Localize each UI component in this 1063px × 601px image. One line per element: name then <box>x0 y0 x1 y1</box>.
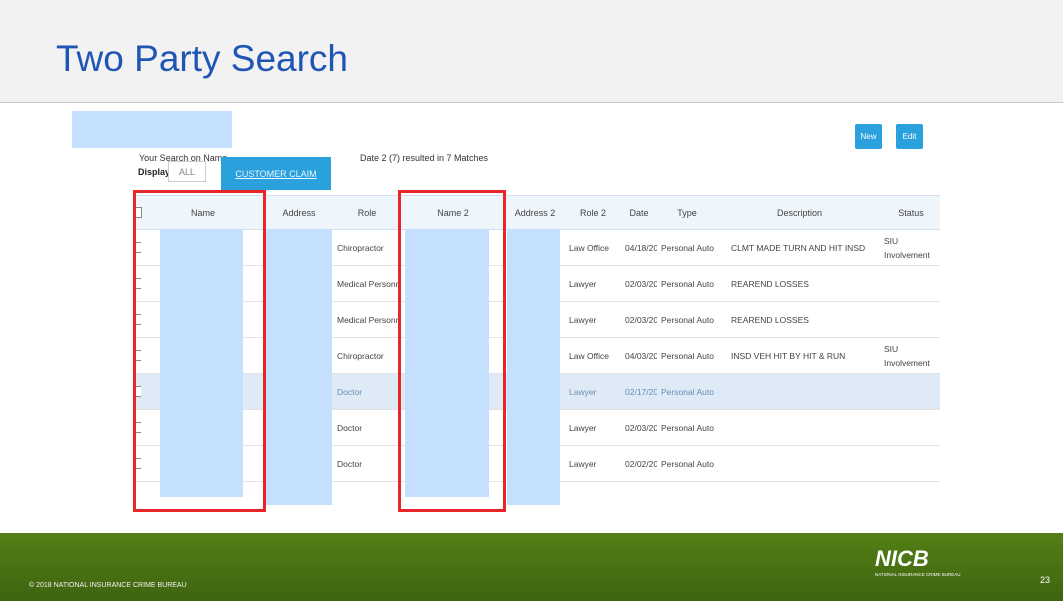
col-header-date[interactable]: Date <box>621 195 657 230</box>
cell-role-2: Lawyer <box>565 445 621 482</box>
cell-role: Medical Personnel <box>333 301 401 338</box>
slide-header: Two Party Search <box>0 0 1063 103</box>
copyright-text: © 2018 NATIONAL INSURANCE CRIME BUREAU <box>29 582 187 589</box>
cell-date: 02/03/2009 <box>621 409 657 446</box>
cell-date: 02/03/2009 <box>621 265 657 302</box>
display-all-button[interactable]: ALL <box>168 161 206 182</box>
cell-description <box>717 409 882 446</box>
col-header-status[interactable]: Status <box>882 195 940 230</box>
cell-date: 04/03/2009 <box>621 337 657 374</box>
cell-status <box>882 301 940 338</box>
cell-role: Doctor <box>333 373 401 410</box>
cell-date: 02/03/2009 <box>621 301 657 338</box>
cell-description: REAREND LOSSES <box>717 301 882 338</box>
cell-description <box>717 445 882 482</box>
page-number: 23 <box>1040 575 1051 585</box>
cell-role-2: Lawyer <box>565 301 621 338</box>
cell-type: Personal Auto <box>657 265 717 302</box>
cell-description: CLMT MADE TURN AND HIT INSD <box>717 229 882 266</box>
slide-title: Two Party Search <box>56 38 349 79</box>
redacted-search-term <box>72 111 232 148</box>
cell-status <box>882 409 940 446</box>
cell-role: Doctor <box>333 445 401 482</box>
search-suffix-line: Date 2 (7) resulted in 7 Matches <box>360 153 488 163</box>
cell-role-2: Lawyer <box>565 265 621 302</box>
highlight-box-name <box>133 190 266 512</box>
svg-text:NICB: NICB <box>875 546 929 571</box>
edit-button[interactable]: Edit <box>896 124 923 149</box>
cell-type: Personal Auto <box>657 373 717 410</box>
display-customer-claim-button[interactable]: CUSTOMER CLAIM <box>221 157 331 190</box>
cell-description: INSD VEH HIT BY HIT & RUN <box>717 337 882 374</box>
cell-status <box>882 445 940 482</box>
cell-date: 02/02/2009 <box>621 445 657 482</box>
cell-role: Doctor <box>333 409 401 446</box>
cell-status: SIU Involvement <box>882 229 940 266</box>
cell-type: Personal Auto <box>657 409 717 446</box>
col-header-role-2[interactable]: Role 2 <box>565 195 621 230</box>
cell-status: SIU Involvement <box>882 337 940 374</box>
cell-role: Chiropractor <box>333 337 401 374</box>
cell-type: Personal Auto <box>657 229 717 266</box>
cell-role: Chiropractor <box>333 229 401 266</box>
col-header-address-2[interactable]: Address 2 <box>505 195 565 230</box>
cell-type: Personal Auto <box>657 337 717 374</box>
redacted-address-2-column <box>507 229 560 505</box>
cell-status <box>882 373 940 410</box>
new-button[interactable]: New <box>855 124 882 149</box>
col-header-description[interactable]: Description <box>717 195 882 230</box>
cell-role-2: Lawyer <box>565 373 621 410</box>
cell-status <box>882 265 940 302</box>
cell-role: Medical Personnel <box>333 265 401 302</box>
col-header-address[interactable]: Address <box>265 195 333 230</box>
cell-role-2: Law Office <box>565 337 621 374</box>
redacted-address-column <box>265 229 332 505</box>
svg-text:NATIONAL INSURANCE CRIME BUREA: NATIONAL INSURANCE CRIME BUREAU <box>875 572 961 577</box>
cell-role-2: Law Office <box>565 229 621 266</box>
cell-role-2: Lawyer <box>565 409 621 446</box>
cell-date: 02/17/2009 <box>621 373 657 410</box>
slide-footer: © 2018 NATIONAL INSURANCE CRIME BUREAU N… <box>0 533 1063 601</box>
highlight-box-name-2 <box>398 190 506 512</box>
cell-type: Personal Auto <box>657 445 717 482</box>
cell-description: REAREND LOSSES <box>717 265 882 302</box>
cell-date: 04/18/2009 <box>621 229 657 266</box>
cell-description <box>717 373 882 410</box>
col-header-type[interactable]: Type <box>657 195 717 230</box>
col-header-role[interactable]: Role <box>333 195 401 230</box>
search-suffix: Date 2 (7) resulted in 7 Matches <box>360 153 489 163</box>
cell-type: Personal Auto <box>657 301 717 338</box>
nicb-logo: NICB NATIONAL INSURANCE CRIME BUREAU <box>875 546 961 577</box>
